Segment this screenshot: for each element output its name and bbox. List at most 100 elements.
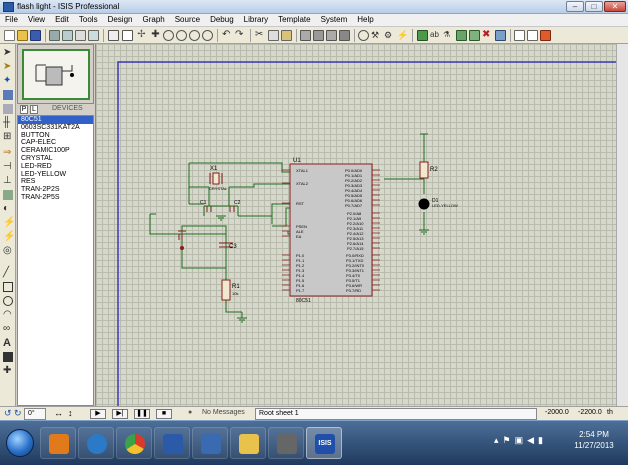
taskbar-isis[interactable]: ISIS [306,427,342,459]
text-tool-icon[interactable]: A [3,338,13,349]
print-icon[interactable] [75,30,86,41]
mirror-vertical-icon[interactable]: ↕ [68,408,73,418]
circle-tool-icon[interactable] [3,296,13,306]
menu-graph[interactable]: Graph [137,14,169,24]
tray-volume-icon[interactable]: ◀ [527,435,538,445]
tray-chevron-icon[interactable]: ▴ [494,435,503,445]
taskbar-chrome[interactable] [116,427,152,459]
start-button[interactable] [6,429,34,457]
taskbar-explorer[interactable] [230,427,266,459]
step-button[interactable]: ▶| [112,409,128,419]
block-move-icon[interactable] [313,30,324,41]
generator-icon[interactable]: ◐ [3,204,13,214]
make-device-icon[interactable]: ⚒ [371,30,382,41]
wire-autorouter-icon[interactable] [417,30,428,41]
copy-icon[interactable] [268,30,279,41]
device-item[interactable]: LED-YELLOW [18,171,93,179]
minimize-button[interactable]: – [566,1,584,12]
tray-battery-icon[interactable]: ▮ [538,435,547,445]
menu-design[interactable]: Design [103,14,138,24]
device-item[interactable]: LED-RED [18,163,93,171]
block-delete-icon[interactable] [339,30,350,41]
component-mode-icon[interactable]: ➤ [3,62,13,72]
open-folder-icon[interactable] [17,30,28,41]
menu-edit[interactable]: Edit [50,14,74,24]
property-assign-icon[interactable]: ⚗ [443,30,454,41]
maximize-button[interactable]: □ [585,1,603,12]
grid-icon[interactable] [122,30,133,41]
zoom-area-icon[interactable] [202,30,213,41]
subcircuit-icon[interactable]: ⊞ [3,132,13,142]
new-file-icon[interactable] [4,30,15,41]
schematic-canvas[interactable]: U1 80C51 XTAL1 XTAL2 RST PSEN ALE EA P1.… [95,44,616,406]
print-area-icon[interactable] [88,30,99,41]
rotation-field[interactable]: 0° [24,408,46,420]
mirror-horizontal-icon[interactable]: ↔ [54,408,63,418]
virtual-instruments-icon[interactable]: ◎ [3,246,13,256]
wire-label-icon[interactable] [3,90,13,100]
graph-icon[interactable]: ⊥ [3,176,13,186]
device-item-80c51[interactable]: 80C51 [18,116,93,124]
system-clock[interactable]: 2:54 PM 11/27/2013 [566,429,622,451]
tape-recorder-icon[interactable] [3,190,13,200]
menu-template[interactable]: Template [273,14,315,24]
symbol-tool-icon[interactable] [3,352,13,362]
taskbar-media-player[interactable] [40,427,76,459]
taskbar-app[interactable] [192,427,228,459]
library-manager-button[interactable]: L [30,105,38,114]
electrical-rule-check-icon[interactable] [527,30,538,41]
schematic-drawing[interactable]: U1 80C51 XTAL1 XTAL2 RST PSEN ALE EA P1.… [96,44,616,406]
box-tool-icon[interactable] [3,282,13,292]
zoom-all-icon[interactable] [189,30,200,41]
marker-tool-icon[interactable]: ✚ [3,366,13,376]
voltage-probe-icon[interactable]: ⚡ [3,218,15,228]
device-item[interactable]: CAP-ELEC [18,139,93,147]
stop-button[interactable]: ■ [156,409,172,419]
buses-icon[interactable]: ╫ [3,118,13,128]
taskbar-internet-explorer[interactable] [78,427,114,459]
menu-source[interactable]: Source [170,14,205,24]
redo-icon[interactable]: ↷ [235,30,246,41]
remove-sheet-icon[interactable]: ✖ [482,30,493,41]
tray-network-icon[interactable]: ▣ [515,435,528,445]
arc-tool-icon[interactable]: ◠ [3,310,13,320]
netlist-to-ares-icon[interactable] [540,30,551,41]
zoom-out-icon[interactable] [176,30,187,41]
packaging-icon[interactable]: ⚙ [384,30,395,41]
menu-debug[interactable]: Debug [205,14,239,24]
cut-icon[interactable]: ✂ [255,30,266,41]
undo-icon[interactable]: ↶ [222,30,233,41]
pause-button[interactable]: ❚❚ [134,409,150,419]
decompose-icon[interactable]: ⚡ [397,30,408,41]
refresh-icon[interactable] [108,30,119,41]
exit-parent-icon[interactable] [495,30,506,41]
play-button[interactable]: ▶ [90,409,106,419]
device-item[interactable]: TRAN-2P2S [18,186,93,194]
junction-dot-icon[interactable]: ✦ [3,76,13,86]
rotate-cw-icon[interactable]: ↻ [14,408,22,419]
menu-help[interactable]: Help [352,14,378,24]
design-explorer-icon[interactable] [456,30,467,41]
close-button[interactable]: ✕ [604,1,626,12]
device-item[interactable]: CRYSTAL [18,155,93,163]
tray-flag-icon[interactable]: ⚑ [503,435,515,445]
export-icon[interactable] [62,30,73,41]
pan-icon[interactable]: ✚ [150,30,161,41]
device-item[interactable]: TRAN-2P5S [18,194,93,202]
device-item[interactable]: RES [18,178,93,186]
zoom-in-icon[interactable] [163,30,174,41]
overview-window[interactable] [17,44,94,104]
origin-icon[interactable]: ✢ [136,30,147,41]
taskbar-word[interactable] [154,427,190,459]
search-tag-icon[interactable]: ab [430,30,441,41]
menu-tools[interactable]: Tools [74,14,103,24]
rotate-ccw-icon[interactable]: ↺ [4,408,12,419]
menu-system[interactable]: System [316,14,353,24]
device-list[interactable]: 80C51 0603SC331KAT2A BUTTON CAP-ELEC CER… [17,115,94,406]
taskbar-app-2[interactable] [268,427,304,459]
pick-device-icon[interactable] [358,30,369,41]
selection-mode-icon[interactable]: ➤ [3,48,13,58]
text-script-icon[interactable] [3,104,13,114]
current-probe-icon[interactable]: ⚡ [3,232,15,242]
menu-file[interactable]: File [0,14,23,24]
